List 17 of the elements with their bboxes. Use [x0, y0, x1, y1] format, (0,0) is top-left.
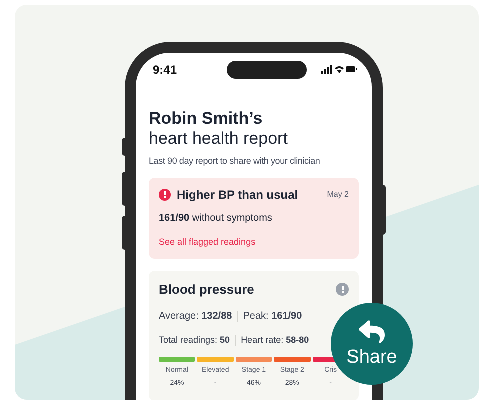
reply-arrow-icon: [359, 319, 385, 345]
stat-text: Average: 132/88: [159, 310, 232, 324]
blood-pressure-title: Blood pressure: [159, 281, 254, 299]
alert-detail: 161/90 without symptoms: [159, 212, 274, 226]
info-icon[interactable]: [336, 283, 349, 296]
stat-text: Peak: 161/90: [243, 310, 302, 324]
report-owner: Robin Smith’s: [149, 109, 264, 129]
stat-text: Total readings: 50: [159, 334, 230, 347]
flagged-readings-link[interactable]: See all flagged readings: [159, 236, 256, 249]
status-icons: [321, 65, 357, 75]
alert-title: Higher BP than usual: [177, 186, 298, 204]
alert-date: May 2: [327, 188, 349, 200]
report-subtitle: Last 90 day report to share with your clinician: [149, 155, 322, 168]
status-time: 9:41: [153, 62, 178, 79]
report-title: heart health report: [149, 129, 289, 149]
stat-text: Heart rate: 58-80: [241, 334, 310, 346]
alert-icon: [159, 188, 171, 200]
